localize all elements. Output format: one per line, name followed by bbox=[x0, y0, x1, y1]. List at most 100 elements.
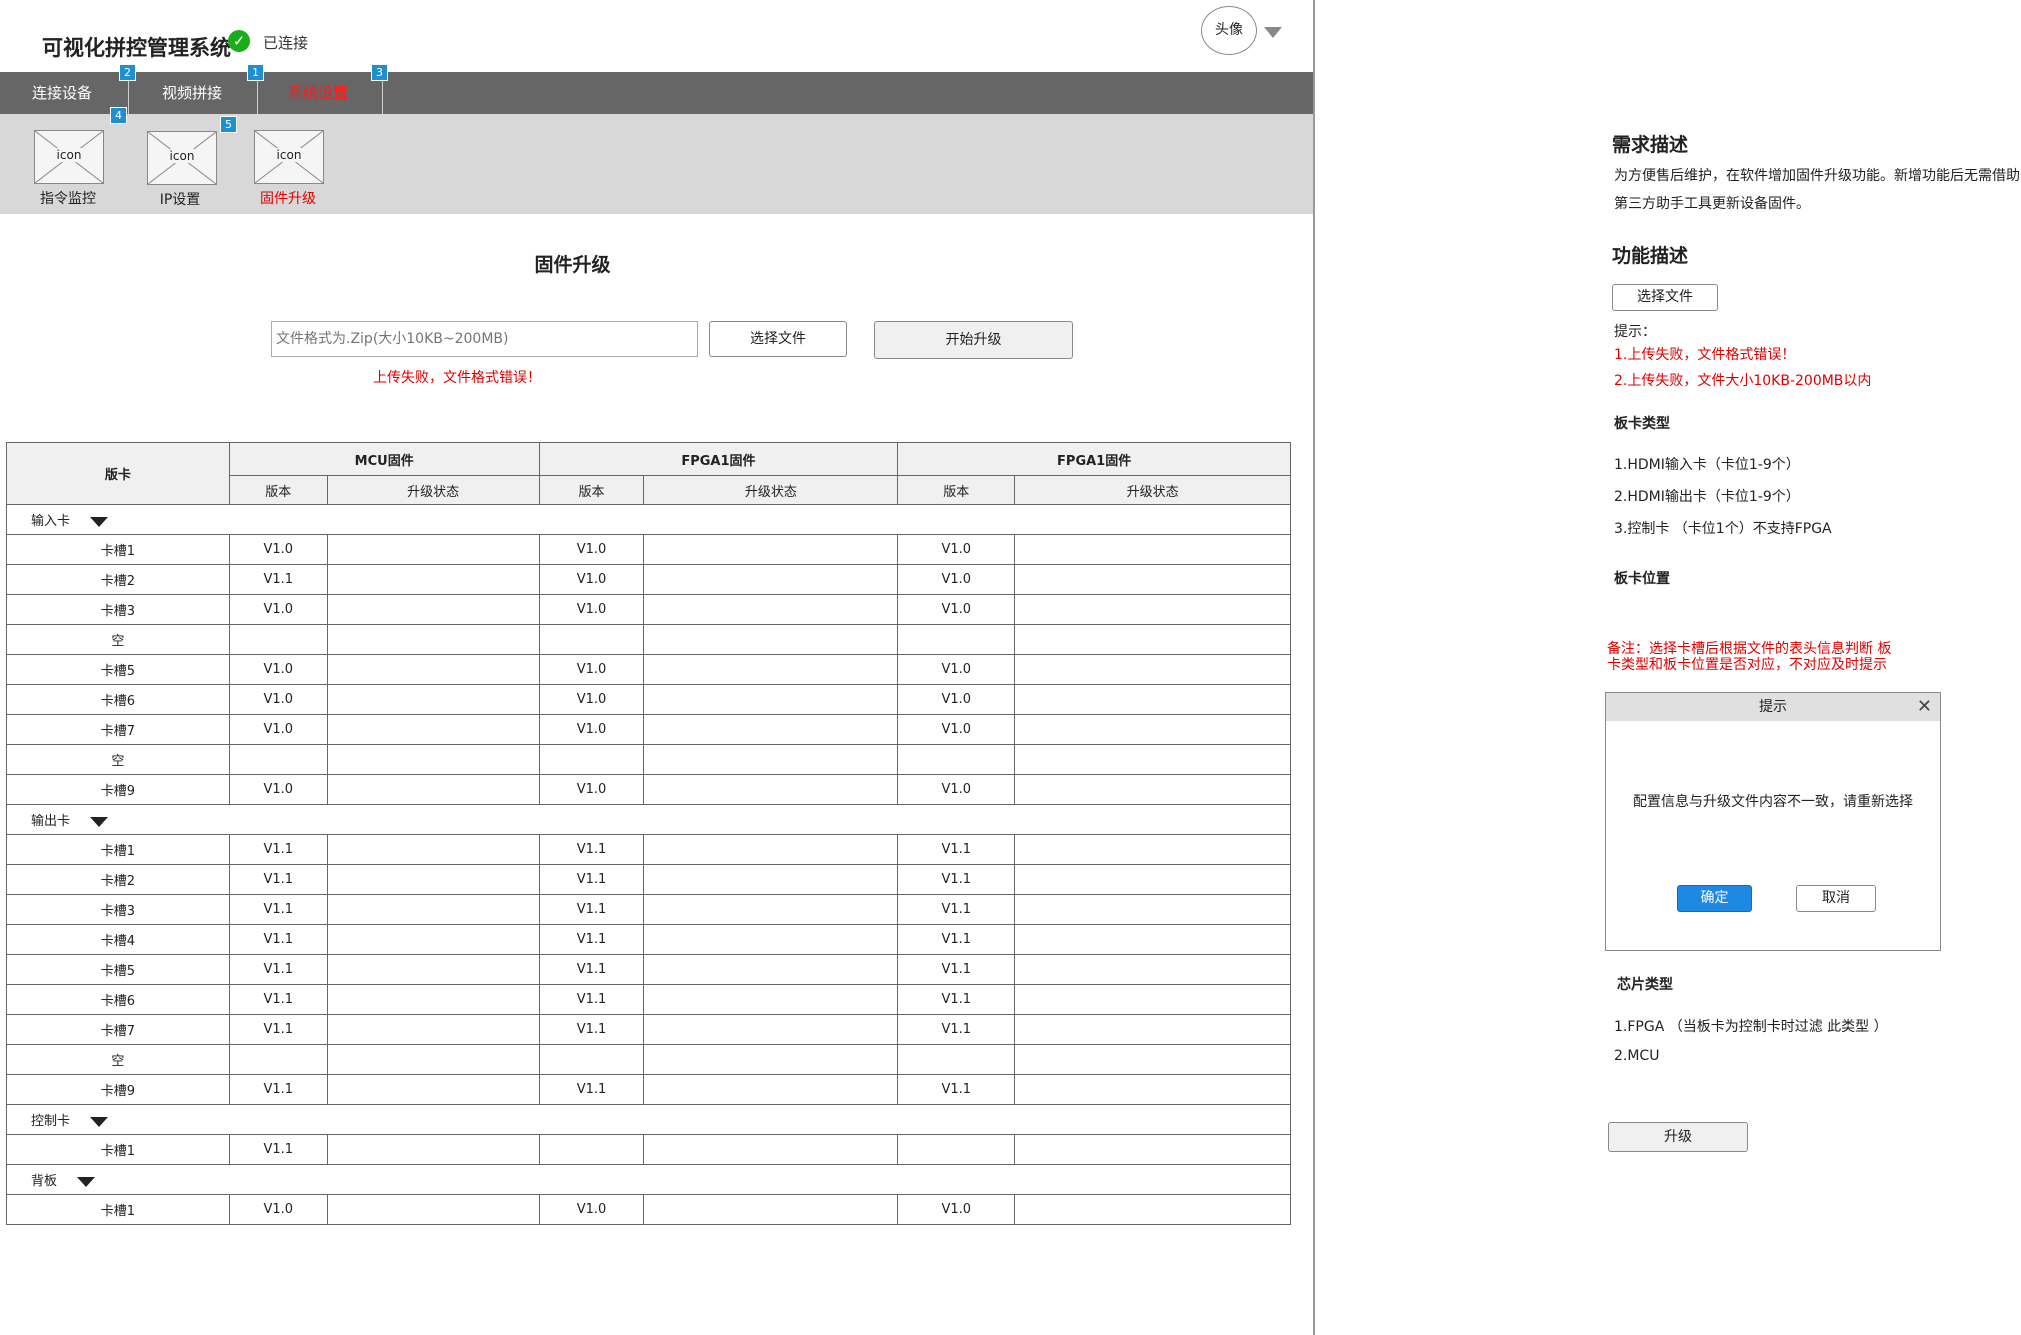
fpga2-version-cell bbox=[897, 1044, 1016, 1075]
table-row[interactable]: 卡槽1 V1.0 V1.0 V1.0 bbox=[6, 534, 1291, 565]
fpga2-version-cell: V1.1 bbox=[897, 924, 1016, 955]
annotation-badge: 4 bbox=[110, 107, 127, 124]
chip-type-item: 1.FPGA （当板卡为控制卡时过滤 此类型 ） bbox=[1614, 1019, 1888, 1035]
tab-system-settings[interactable]: 系统设置 bbox=[268, 72, 368, 114]
mcu-version-cell: V1.0 bbox=[228, 774, 328, 805]
fpga1-status-cell bbox=[643, 1014, 899, 1045]
table-row[interactable]: 卡槽3 V1.0 V1.0 V1.0 bbox=[6, 594, 1291, 625]
notes-choose-file-button[interactable]: 选择文件 bbox=[1612, 284, 1718, 311]
mcu-version-cell: V1.1 bbox=[228, 894, 328, 925]
table-row[interactable]: 卡槽7 V1.1 V1.1 V1.1 bbox=[6, 1014, 1291, 1045]
table-row[interactable]: 卡槽7 V1.0 V1.0 V1.0 bbox=[6, 714, 1291, 745]
fpga2-version-cell: V1.1 bbox=[897, 984, 1016, 1015]
chevron-down-icon[interactable] bbox=[1264, 27, 1282, 38]
group-header[interactable]: 输出卡 bbox=[6, 804, 1291, 835]
table-row[interactable]: 空 bbox=[6, 624, 1291, 655]
fpga1-version-cell: V1.1 bbox=[538, 1014, 645, 1045]
close-icon[interactable]: ✕ bbox=[1917, 693, 1932, 721]
table-row[interactable]: 卡槽1 V1.1 bbox=[6, 1134, 1291, 1165]
command-monitor-icon[interactable]: icon bbox=[34, 130, 104, 184]
caret-down-icon[interactable] bbox=[90, 516, 109, 527]
group-row[interactable]: 背板 bbox=[6, 1164, 1291, 1195]
tab-connect-device[interactable]: 连接设备 bbox=[12, 72, 112, 114]
requirement-title: 需求描述 bbox=[1612, 134, 1689, 156]
slot-cell: 卡槽7 bbox=[6, 714, 230, 745]
fpga2-version-cell: V1.0 bbox=[897, 654, 1016, 685]
group-label: 控制卡 bbox=[31, 1114, 71, 1129]
subnav-firmware-upgrade[interactable]: 固件升级 bbox=[238, 188, 338, 208]
fpga1-status-cell bbox=[643, 1194, 899, 1225]
upgrade-button[interactable]: 升级 bbox=[1608, 1122, 1748, 1152]
function-title: 功能描述 bbox=[1612, 245, 1689, 267]
table-row[interactable]: 卡槽6 V1.1 V1.1 V1.1 bbox=[6, 984, 1291, 1015]
mcu-version-cell: V1.1 bbox=[228, 564, 328, 595]
caret-down-icon[interactable] bbox=[90, 1116, 109, 1127]
start-upgrade-button[interactable]: 开始升级 bbox=[874, 321, 1073, 359]
fpga1-status-cell bbox=[643, 864, 899, 895]
caret-down-icon[interactable] bbox=[77, 1176, 96, 1187]
group-header[interactable]: 输入卡 bbox=[6, 504, 1291, 535]
subnav-ip-settings[interactable]: IP设置 bbox=[130, 189, 230, 209]
fpga1-version-cell bbox=[538, 624, 645, 655]
subnav-command-monitor[interactable]: 指令监控 bbox=[18, 188, 118, 208]
mcu-version-cell: V1.0 bbox=[228, 594, 328, 625]
mcu-status-cell bbox=[326, 534, 540, 565]
table-row[interactable]: 卡槽1 V1.1 V1.1 V1.1 bbox=[6, 834, 1291, 865]
fpga2-version-cell bbox=[897, 1134, 1016, 1165]
dialog-cancel-button[interactable]: 取消 bbox=[1796, 885, 1876, 912]
fpga2-version-cell: V1.0 bbox=[897, 714, 1016, 745]
tab-video-splice[interactable]: 视频拼接 bbox=[142, 72, 242, 114]
table-row[interactable]: 卡槽6 V1.0 V1.0 V1.0 bbox=[6, 684, 1291, 715]
fpga1-version-cell: V1.0 bbox=[538, 564, 645, 595]
avatar[interactable]: 头像 bbox=[1201, 6, 1257, 55]
mcu-status-cell bbox=[326, 654, 540, 685]
mcu-version-cell: V1.1 bbox=[228, 864, 328, 895]
board-type-item: 2.HDMI输出卡（卡位1-9个） bbox=[1614, 489, 1800, 505]
group-row[interactable]: 控制卡 bbox=[6, 1104, 1291, 1135]
col-header-version: 版本 bbox=[897, 475, 1016, 505]
dialog-ok-button[interactable]: 确定 bbox=[1677, 885, 1752, 912]
firmware-upgrade-icon[interactable]: icon bbox=[254, 130, 324, 184]
table-row[interactable]: 卡槽9 V1.0 V1.0 V1.0 bbox=[6, 774, 1291, 805]
table-row[interactable]: 卡槽2 V1.1 V1.1 V1.1 bbox=[6, 864, 1291, 895]
ip-settings-icon[interactable]: icon bbox=[147, 131, 217, 185]
group-row[interactable]: 输入卡 bbox=[6, 504, 1291, 535]
fpga1-status-cell bbox=[643, 1134, 899, 1165]
fpga1-version-cell bbox=[538, 1134, 645, 1165]
choose-file-button[interactable]: 选择文件 bbox=[709, 321, 847, 357]
fpga2-status-cell bbox=[1014, 624, 1291, 655]
slot-cell: 空 bbox=[6, 744, 230, 775]
mcu-version-cell: V1.0 bbox=[228, 654, 328, 685]
fpga2-version-cell: V1.0 bbox=[897, 684, 1016, 715]
slot-cell: 卡槽9 bbox=[6, 1074, 230, 1105]
group-row[interactable]: 输出卡 bbox=[6, 804, 1291, 835]
fpga2-version-cell: V1.0 bbox=[897, 564, 1016, 595]
table-row[interactable]: 卡槽9 V1.1 V1.1 V1.1 bbox=[6, 1074, 1291, 1105]
fpga1-status-cell bbox=[643, 774, 899, 805]
table-row[interactable]: 空 bbox=[6, 1044, 1291, 1075]
fpga2-version-cell: V1.1 bbox=[897, 864, 1016, 895]
remark-line: 卡类型和板卡位置是否对应，不对应及时提示 bbox=[1607, 657, 1887, 673]
fpga1-version-cell: V1.0 bbox=[538, 684, 645, 715]
table-row[interactable]: 卡槽5 V1.1 V1.1 V1.1 bbox=[6, 954, 1291, 985]
mcu-status-cell bbox=[326, 684, 540, 715]
table-row[interactable]: 卡槽4 V1.1 V1.1 V1.1 bbox=[6, 924, 1291, 955]
fpga2-status-cell bbox=[1014, 924, 1291, 955]
caret-down-icon[interactable] bbox=[90, 816, 109, 827]
annotation-badge: 2 bbox=[119, 64, 136, 81]
table-row[interactable]: 卡槽3 V1.1 V1.1 V1.1 bbox=[6, 894, 1291, 925]
mcu-version-cell bbox=[228, 744, 328, 775]
fpga1-version-cell: V1.0 bbox=[538, 714, 645, 745]
table-row[interactable]: 空 bbox=[6, 744, 1291, 775]
fpga2-version-cell: V1.0 bbox=[897, 534, 1016, 565]
group-header[interactable]: 控制卡 bbox=[6, 1104, 1291, 1135]
fpga1-status-cell bbox=[643, 744, 899, 775]
table-row[interactable]: 卡槽5 V1.0 V1.0 V1.0 bbox=[6, 654, 1291, 685]
fpga2-status-cell bbox=[1014, 954, 1291, 985]
fpga2-status-cell bbox=[1014, 1044, 1291, 1075]
dialog-message: 配置信息与升级文件内容不一致，请重新选择 bbox=[1633, 794, 1913, 810]
table-row[interactable]: 卡槽2 V1.1 V1.0 V1.0 bbox=[6, 564, 1291, 595]
file-path-input[interactable] bbox=[271, 321, 698, 357]
table-row[interactable]: 卡槽1 V1.0 V1.0 V1.0 bbox=[6, 1194, 1291, 1225]
group-header[interactable]: 背板 bbox=[6, 1164, 1291, 1195]
